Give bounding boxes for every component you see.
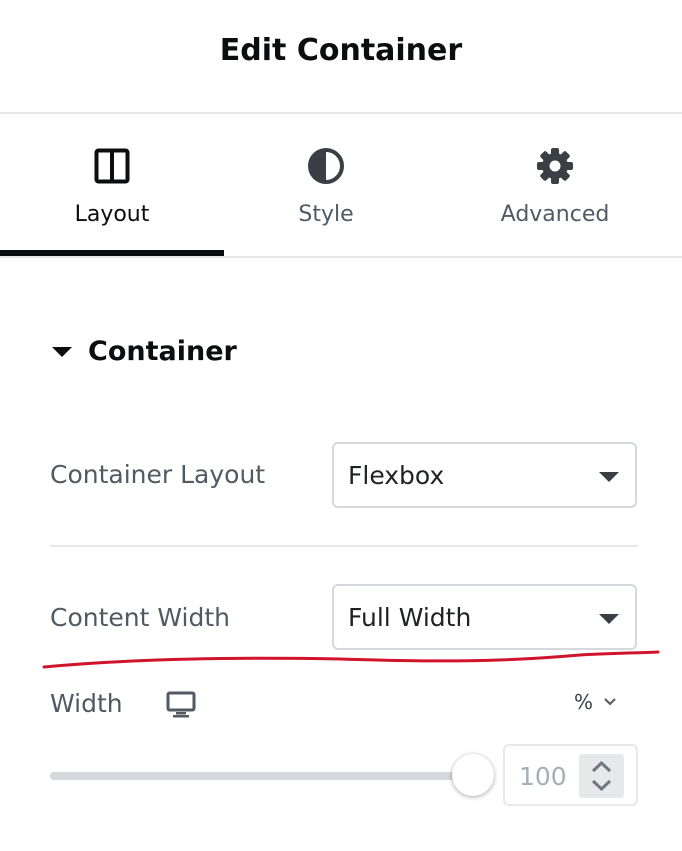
tab-advanced-label: Advanced <box>500 202 610 227</box>
width-label: Width <box>50 689 123 718</box>
chevron-up-icon <box>591 760 612 773</box>
tab-layout[interactable]: Layout <box>0 114 224 256</box>
content-width-value: Full Width <box>348 602 472 632</box>
width-slider-thumb[interactable] <box>452 754 494 796</box>
width-number-input[interactable]: 100 <box>503 744 638 806</box>
chevron-down-icon <box>591 779 612 792</box>
tab-layout-label: Layout <box>74 202 150 227</box>
container-section-toggle[interactable]: Container <box>52 336 237 367</box>
tab-bar: Layout Style Advanced <box>0 114 682 258</box>
unit-value: % <box>574 690 594 714</box>
container-layout-label: Container Layout <box>50 460 266 489</box>
content-width-select[interactable]: Full Width <box>332 584 637 650</box>
tab-style-label: Style <box>298 202 354 227</box>
dropdown-arrow-icon <box>599 614 619 624</box>
gear-icon <box>535 146 575 186</box>
half-circle-icon <box>306 146 346 186</box>
width-slider-fill <box>50 772 474 780</box>
caret-down-icon <box>52 346 72 357</box>
panel-header: Edit Container <box>0 0 682 114</box>
divider <box>50 545 638 547</box>
columns-icon <box>92 146 132 186</box>
desktop-icon[interactable] <box>166 690 196 720</box>
container-layout-select[interactable]: Flexbox <box>332 442 637 508</box>
container-layout-value: Flexbox <box>348 460 445 490</box>
unit-select[interactable]: % <box>574 690 617 714</box>
tab-advanced[interactable]: Advanced <box>428 114 682 256</box>
width-value: 100 <box>519 762 567 791</box>
number-spinner[interactable] <box>579 754 624 798</box>
content-width-label: Content Width <box>50 603 231 632</box>
panel-title: Edit Container <box>219 32 463 68</box>
tab-style[interactable]: Style <box>224 114 428 256</box>
width-slider-track[interactable] <box>50 772 474 780</box>
chevron-down-icon <box>604 698 616 706</box>
red-underline-annotation <box>42 650 660 669</box>
section-title: Container <box>88 336 237 367</box>
dropdown-arrow-icon <box>599 472 619 482</box>
active-tab-indicator <box>0 250 224 256</box>
